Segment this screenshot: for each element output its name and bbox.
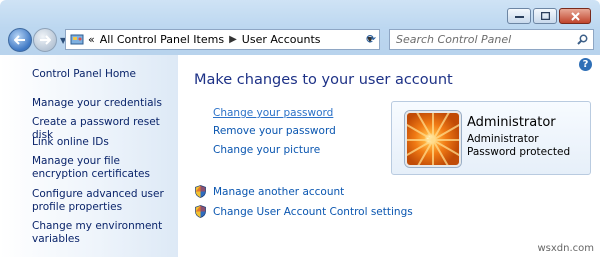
page-title: Make changes to your user account xyxy=(194,72,453,88)
breadcrumb-separator-icon[interactable]: ▶ xyxy=(229,34,237,45)
manage-another-account-link[interactable]: Manage another account xyxy=(213,186,344,198)
search-box[interactable]: Search Control Panel xyxy=(389,29,594,50)
navigation-buttons: ▼ xyxy=(8,28,66,52)
control-panel-window: ▼ « All Control Panel Items ▶ User Accou… xyxy=(0,0,600,257)
refresh-button[interactable]: ⟳ xyxy=(361,29,381,48)
sidebar-item-link-online-ids[interactable]: Link online IDs xyxy=(32,136,177,149)
close-button[interactable] xyxy=(559,8,591,24)
maximize-button[interactable] xyxy=(533,8,557,24)
remove-password-link[interactable]: Remove your password xyxy=(213,125,336,137)
help-icon[interactable]: ? xyxy=(579,58,592,71)
uac-shield-icon xyxy=(195,185,206,198)
back-button[interactable] xyxy=(8,28,32,52)
sidebar-item-manage-credentials[interactable]: Manage your credentials xyxy=(32,97,177,110)
user-account-type: Administrator xyxy=(467,133,539,145)
sidebar-item-file-encryption-certificates[interactable]: Manage your file encryption certificates xyxy=(32,155,177,181)
change-picture-link[interactable]: Change your picture xyxy=(213,144,320,156)
watermark-text: wsxdn.com xyxy=(537,243,594,254)
refresh-icon: ⟳ xyxy=(365,31,377,46)
user-password-status: Password protected xyxy=(467,146,571,158)
user-avatar[interactable] xyxy=(405,111,461,167)
minimize-button[interactable] xyxy=(507,8,531,24)
minimize-icon xyxy=(514,16,524,18)
back-arrow-icon xyxy=(14,35,25,45)
user-account-card: Administrator Administrator Password pro… xyxy=(391,101,591,175)
sidebar-item-control-panel-home[interactable]: Control Panel Home xyxy=(32,68,177,81)
sidebar: Control Panel Home Manage your credentia… xyxy=(0,55,178,257)
breadcrumb-user-accounts[interactable]: User Accounts xyxy=(242,33,321,46)
breadcrumb-all-control-panel-items[interactable]: All Control Panel Items xyxy=(100,33,224,46)
uac-shield-icon xyxy=(195,205,206,218)
maximize-icon xyxy=(540,12,550,20)
control-panel-icon xyxy=(70,34,84,44)
address-bar[interactable]: « All Control Panel Items ▶ User Account… xyxy=(65,29,380,50)
close-icon xyxy=(570,11,580,21)
user-name: Administrator xyxy=(467,115,556,130)
forward-button[interactable] xyxy=(33,28,57,52)
uac-settings-link[interactable]: Change User Account Control settings xyxy=(213,206,413,218)
forward-arrow-icon xyxy=(40,35,51,45)
change-password-link[interactable]: Change your password xyxy=(213,107,333,119)
search-input[interactable]: Search Control Panel xyxy=(396,33,511,46)
sidebar-item-advanced-profile-properties[interactable]: Configure advanced user profile properti… xyxy=(32,188,177,214)
main-content: ? Make changes to your user account Chan… xyxy=(178,55,600,257)
address-overflow-chevron[interactable]: « xyxy=(88,33,95,46)
sidebar-item-environment-variables[interactable]: Change my environment variables xyxy=(32,220,177,246)
search-icon[interactable] xyxy=(577,34,588,45)
window-controls xyxy=(507,8,591,24)
